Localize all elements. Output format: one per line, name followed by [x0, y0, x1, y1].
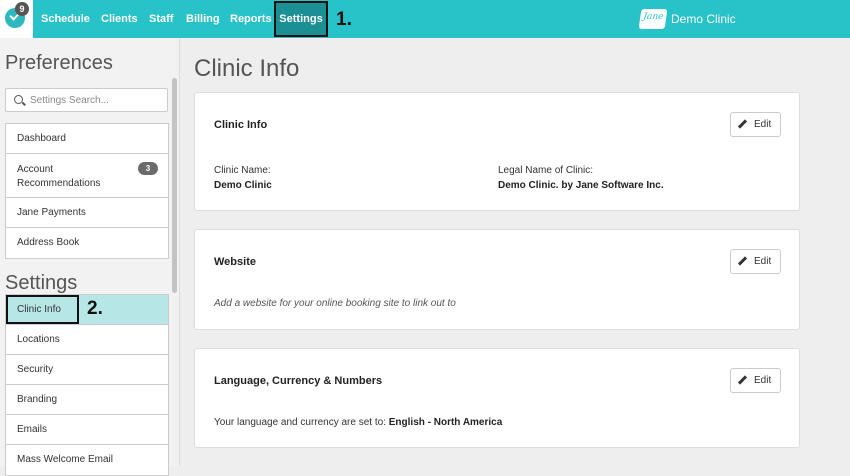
card-heading: Website — [214, 256, 256, 268]
sidebar-item-account-recommendations[interactable]: Account Recommendations 3 — [6, 154, 168, 198]
nav-schedule[interactable]: Schedule — [41, 0, 90, 38]
language-value: English - North America — [388, 417, 503, 428]
sidebar-item-label: Branding — [17, 394, 58, 405]
edit-clinic-info-button[interactable]: Edit — [730, 112, 781, 137]
website-hint: Add a website for your online booking si… — [214, 298, 456, 309]
sidebar: Preferences Settings Search... Dashboard… — [0, 38, 180, 476]
sidebar-item-address-book[interactable]: Address Book — [6, 228, 168, 258]
language-setting-text: Your language and currency are set to: E… — [214, 417, 502, 428]
sidebar-item-label: Jane Payments — [17, 207, 86, 218]
sidebar-item-label: Address Book — [17, 237, 80, 248]
sidebar-item-label: Security — [17, 364, 54, 375]
preferences-heading: Preferences — [5, 52, 113, 74]
sidebar-item-label: Locations — [17, 334, 60, 345]
edit-website-button[interactable]: Edit — [730, 249, 781, 274]
language-card: Language, Currency & Numbers Edit Your l… — [194, 348, 800, 448]
sidebar-item-emails[interactable]: Emails — [6, 415, 168, 445]
card-heading: Clinic Info — [214, 119, 268, 131]
top-navigation-bar: 9 Schedule Clients Staff Billing Reports… — [0, 0, 850, 38]
sidebar-item-label: Mass Welcome Email — [17, 454, 113, 465]
preferences-menu: Dashboard Account Recommendations 3 Jane … — [5, 123, 169, 259]
legal-name-label: Legal Name of Clinic: — [498, 165, 594, 176]
website-card: Website Edit Add a website for your onli… — [194, 229, 800, 330]
clinic-name-brand[interactable]: Demo Clinic — [671, 12, 736, 26]
nav-settings[interactable]: Settings — [274, 1, 328, 37]
nav-staff[interactable]: Staff — [149, 0, 173, 38]
edit-label: Edit — [754, 119, 772, 130]
count-badge: 3 — [138, 162, 158, 175]
nav-billing[interactable]: Billing — [186, 0, 220, 38]
card-heading: Language, Currency & Numbers — [214, 375, 383, 387]
search-icon — [14, 95, 23, 104]
sidebar-item-branding[interactable]: Branding — [6, 385, 168, 415]
legal-name-value: Demo Clinic. by Jane Software Inc. — [498, 180, 664, 191]
sidebar-item-label: Clinic Info — [17, 304, 61, 315]
pencil-icon — [737, 119, 748, 129]
edit-label: Edit — [754, 375, 772, 386]
sidebar-item-label: Emails — [17, 424, 48, 435]
sidebar-item-mass-welcome-email[interactable]: Mass Welcome Email — [6, 445, 168, 475]
page-title: Clinic Info — [194, 55, 300, 82]
language-prefix: Your language and currency are set to: — [214, 417, 386, 428]
step-annotation-1: 1. — [336, 9, 352, 30]
app-logo[interactable]: 9 — [0, 0, 33, 38]
step-annotation-2: 2. — [87, 298, 103, 319]
edit-language-button[interactable]: Edit — [730, 368, 781, 393]
settings-menu: Clinic Info Locations Security Branding … — [5, 294, 169, 476]
sidebar-scrollbar[interactable] — [172, 78, 177, 293]
settings-search-input[interactable]: Settings Search... — [5, 88, 168, 112]
search-placeholder: Settings Search... — [30, 95, 109, 106]
nav-reports[interactable]: Reports — [230, 0, 272, 38]
clinic-name-label: Clinic Name: — [214, 165, 271, 176]
nav-clients[interactable]: Clients — [101, 0, 138, 38]
clinic-info-card: Clinic Info Edit Clinic Name: Demo Clini… — [194, 92, 800, 211]
sidebar-item-security[interactable]: Security — [6, 355, 168, 385]
sidebar-item-label: Dashboard — [17, 133, 66, 144]
pencil-icon — [737, 375, 748, 385]
sidebar-item-dashboard[interactable]: Dashboard — [6, 124, 168, 154]
edit-label: Edit — [754, 256, 772, 267]
clinic-name-value: Demo Clinic — [214, 180, 272, 191]
sidebar-item-jane-payments[interactable]: Jane Payments — [6, 198, 168, 228]
sidebar-item-locations[interactable]: Locations — [6, 325, 168, 355]
jane-logo-icon: Jane — [638, 9, 668, 29]
notification-badge[interactable]: 9 — [15, 2, 29, 16]
jane-logo-text: Jane — [642, 12, 665, 22]
pencil-icon — [737, 256, 748, 266]
settings-heading: Settings — [5, 272, 78, 294]
sidebar-item-label: Account Recommendations — [17, 164, 101, 189]
